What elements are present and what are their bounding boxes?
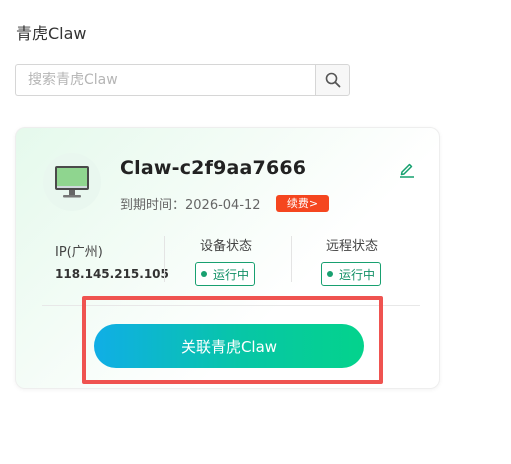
search-button[interactable] — [315, 64, 350, 96]
remote-status-value: 运行中 — [339, 267, 376, 282]
search-bar — [15, 64, 350, 98]
ip-value: 118.145.215.105 — [55, 267, 169, 281]
search-icon — [325, 72, 340, 88]
claw-device-card: Claw-c2f9aa7666 到期时间：2026-04-12 续费> IP(广… — [15, 127, 440, 389]
search-input[interactable] — [15, 64, 315, 96]
edit-icon[interactable] — [398, 160, 416, 178]
divider — [291, 236, 292, 282]
expiry-info: 到期时间：2026-04-12 — [120, 194, 261, 213]
device-name: Claw-c2f9aa7666 — [120, 157, 307, 179]
computer-monitor-icon — [55, 166, 89, 198]
remote-status-badge: 运行中 — [321, 262, 382, 286]
page-title: 青虎Claw — [16, 24, 87, 43]
ip-label: IP(广州) — [55, 245, 103, 260]
device-status-badge: 运行中 — [195, 262, 256, 286]
link-claw-button[interactable]: 关联青虎Claw — [94, 324, 364, 368]
renew-button[interactable]: 续费> — [276, 195, 329, 212]
device-status-label: 设备状态 — [200, 239, 253, 254]
card-divider — [42, 305, 420, 306]
divider — [164, 236, 165, 282]
remote-status-label: 远程状态 — [326, 239, 379, 254]
expiry-label: 到期时间： — [120, 198, 186, 213]
status-dot — [201, 271, 207, 277]
expiry-date: 2026-04-12 — [185, 198, 261, 213]
device-status-value: 运行中 — [213, 267, 250, 282]
status-dot — [327, 271, 333, 277]
device-avatar — [43, 153, 101, 211]
